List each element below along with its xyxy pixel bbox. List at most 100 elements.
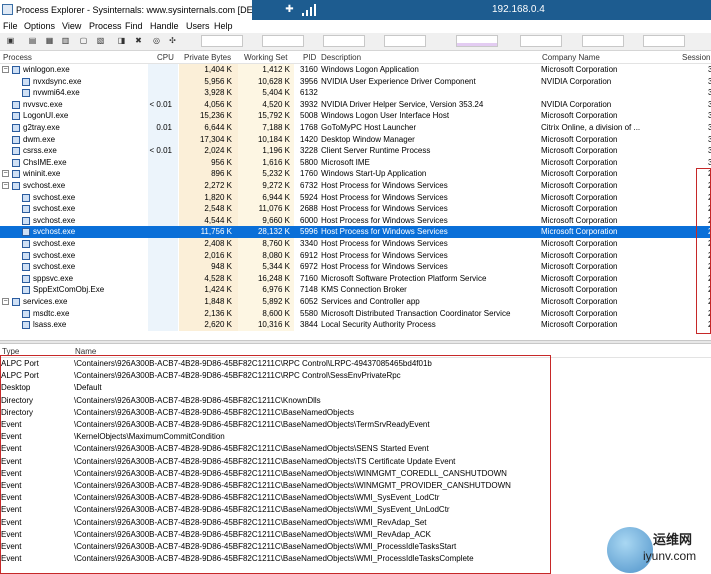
show-tree-icon[interactable]: ▥: [61, 36, 70, 45]
process-row[interactable]: svchost.exe 2,016 K 8,080 K 6912 Host Proces…: [0, 249, 711, 262]
menu-file[interactable]: File: [3, 21, 18, 31]
pane-splitter[interactable]: [0, 340, 711, 344]
properties-icon[interactable]: ◨: [117, 36, 126, 45]
menu-options[interactable]: Options: [24, 21, 55, 31]
menu-view[interactable]: View: [62, 21, 81, 31]
system-info-icon[interactable]: ▦: [45, 36, 54, 45]
process-company: Microsoft Corporation: [541, 157, 618, 167]
column-band: [148, 272, 178, 285]
process-row[interactable]: lsass.exe 2,620 K 10,316 K 3844 Local Securi…: [0, 319, 711, 331]
process-row[interactable]: ChsIME.exe 956 K 1,616 K 5800 Microsoft IME M…: [0, 156, 711, 169]
process-company: Microsoft Corporation: [541, 192, 618, 202]
process-working-set: 6,944 K: [262, 192, 290, 202]
menu-find[interactable]: Find: [125, 21, 143, 31]
column-process[interactable]: Process: [3, 53, 32, 62]
menu-handle[interactable]: Handle: [150, 21, 179, 31]
process-description: Host Process for Windows Services: [321, 181, 448, 190]
process-private-bytes: 2,272 K: [204, 181, 232, 190]
io-graph[interactable]: [323, 35, 365, 47]
tree-collapse-icon[interactable]: −: [2, 66, 9, 73]
process-icon: [22, 216, 30, 225]
column-band: [148, 87, 178, 99]
column-pid[interactable]: PID: [303, 53, 316, 62]
process-row[interactable]: sppsvc.exe 4,528 K 16,248 K 7160 Microsoft S…: [0, 272, 711, 285]
pin-icon[interactable]: ✚: [282, 3, 297, 16]
process-working-set: 1,196 K: [262, 146, 290, 156]
lower-pane-icon[interactable]: ▢: [79, 36, 88, 45]
tree-collapse-icon[interactable]: −: [2, 170, 9, 178]
process-row[interactable]: dwm.exe 17,304 K 10,184 K 1420 Desktop Windo…: [0, 133, 711, 146]
process-description: Host Process for Windows Services: [321, 262, 448, 272]
process-private-bytes: 1,848 K: [204, 297, 232, 306]
refresh-icon[interactable]: ▤: [28, 36, 37, 45]
process-row[interactable]: − services.exe 1,848 K 5,892 K 6052 Services …: [0, 296, 711, 308]
process-row[interactable]: − svchost.exe 2,272 K 9,272 K 6732 Host Proce…: [0, 180, 711, 192]
column-band: [148, 249, 178, 262]
cpu-graph[interactable]: [201, 35, 243, 47]
menu-help[interactable]: Help: [214, 21, 233, 31]
column-session[interactable]: Session: [682, 53, 710, 62]
process-row[interactable]: − wininit.exe 896 K 5,232 K 1760 Windows Star…: [0, 168, 711, 180]
menu-users[interactable]: Users: [186, 21, 210, 31]
process-pid: 7160: [300, 273, 318, 283]
target-icon[interactable]: ✣: [168, 36, 177, 45]
process-row[interactable]: − winlogon.exe 1,404 K 1,412 K 3160 Windows L…: [0, 64, 711, 76]
tree-collapse-icon[interactable]: −: [2, 182, 9, 189]
process-row[interactable]: svchost.exe 2,548 K 11,076 K 2688 Host Proce…: [0, 203, 711, 215]
physical-memory-graph[interactable]: [643, 35, 685, 47]
process-icon: [22, 251, 30, 260]
column-cpu[interactable]: CPU: [157, 53, 174, 62]
process-description: Client Server Runtime Process: [321, 146, 431, 156]
process-company: NVIDIA Corporation: [541, 76, 612, 86]
column-description[interactable]: Description: [321, 53, 361, 62]
gpu-graph[interactable]: [520, 35, 562, 47]
process-icon: [12, 135, 20, 144]
process-working-set: 10,184 K: [257, 134, 290, 144]
process-row[interactable]: nvwmi64.exe 3,928 K 5,404 K 6132 3: [0, 87, 711, 99]
process-icon: [12, 147, 20, 156]
process-row[interactable]: g2tray.exe 0.01 6,644 K 7,188 K 1768 GoToMyPC…: [0, 122, 711, 134]
tree-collapse-icon[interactable]: −: [2, 298, 9, 305]
gpu-memory-graph[interactable]: [582, 35, 624, 47]
process-working-set: 7,188 K: [262, 123, 290, 132]
process-description: Services and Controller app: [321, 297, 420, 306]
process-icon: [22, 240, 30, 248]
process-row[interactable]: nvxdsync.exe 5,956 K 10,628 K 3956 NVIDIA Us…: [0, 75, 711, 88]
kill-process-icon[interactable]: ✖: [134, 36, 143, 45]
column-company-name[interactable]: Company Name: [542, 53, 600, 62]
process-pid: 5924: [300, 192, 318, 202]
dll-view-icon[interactable]: ▧: [96, 36, 105, 45]
process-row[interactable]: LogonUI.exe 15,236 K 15,792 K 5008 Windows L…: [0, 110, 711, 122]
process-row[interactable]: SppExtComObj.Exe 1,424 K 6,976 K 7148 KMS Co…: [0, 284, 711, 296]
process-row[interactable]: nvvsvc.exe < 0.01 4,056 K 4,520 K 3932 NVIDIA…: [0, 98, 711, 111]
network-graph[interactable]: [384, 35, 426, 47]
process-row[interactable]: svchost.exe 4,544 K 9,660 K 6000 Host Proces…: [0, 214, 711, 227]
find-icon[interactable]: ◎: [152, 36, 161, 45]
column-working-set[interactable]: Working Set: [244, 53, 287, 62]
process-row[interactable]: svchost.exe 948 K 5,344 K 6972 Host Process …: [0, 261, 711, 273]
commit-graph[interactable]: [262, 35, 304, 47]
process-private-bytes: 2,016 K: [204, 250, 232, 260]
process-row[interactable]: msdtc.exe 2,136 K 8,600 K 5580 Microsoft Dis…: [0, 307, 711, 320]
menu-process[interactable]: Process: [89, 21, 122, 31]
process-name: nvwmi64.exe: [33, 88, 80, 98]
process-name: ChsIME.exe: [23, 157, 67, 167]
process-description: Local Security Authority Process: [321, 320, 436, 330]
process-row[interactable]: svchost.exe 11,756 K 28,132 K 5996 Host Proc…: [0, 226, 711, 238]
process-private-bytes: 17,304 K: [199, 134, 232, 144]
process-list[interactable]: − winlogon.exe 1,404 K 1,412 K 3160 Windows L…: [0, 64, 711, 340]
process-name: svchost.exe: [33, 204, 76, 214]
process-row[interactable]: csrss.exe < 0.01 2,024 K 1,196 K 3228 Client …: [0, 145, 711, 157]
disk-graph[interactable]: [456, 35, 498, 47]
process-private-bytes: 956 K: [211, 157, 232, 167]
process-working-set: 8,760 K: [262, 239, 290, 248]
process-row[interactable]: svchost.exe 2,408 K 8,760 K 3340 Host Proces…: [0, 238, 711, 250]
process-description: GoToMyPC Host Launcher: [321, 123, 417, 132]
process-pid: 5996: [300, 227, 318, 237]
save-icon[interactable]: ▣: [6, 36, 15, 45]
process-row[interactable]: svchost.exe 1,820 K 6,944 K 5924 Host Proces…: [0, 191, 711, 204]
column-private-bytes[interactable]: Private Bytes: [184, 53, 231, 62]
process-cpu: < 0.01: [149, 99, 172, 109]
process-description: Host Process for Windows Services: [321, 215, 448, 225]
process-working-set: 1,412 K: [262, 65, 290, 74]
